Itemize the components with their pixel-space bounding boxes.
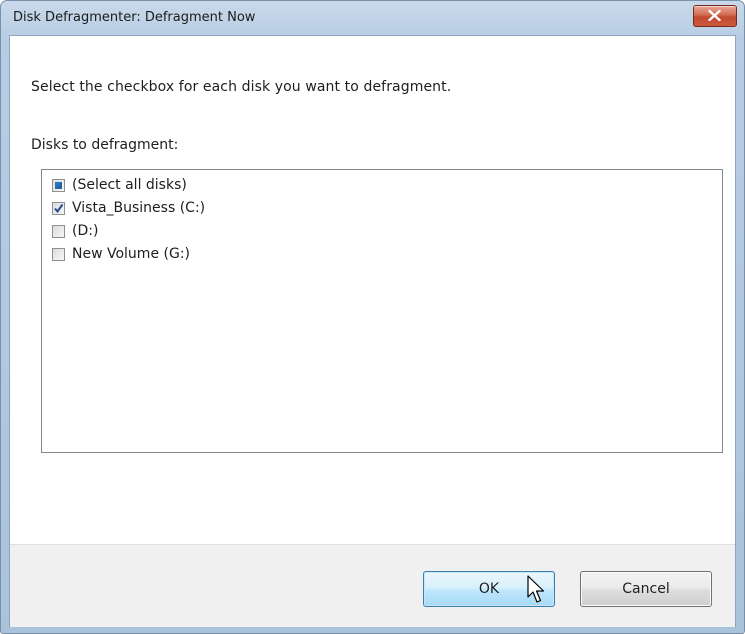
title-bar[interactable]: Disk Defragmenter: Defragment Now [1,1,744,35]
disk-item-label: New Volume (G:) [72,246,190,262]
disk-d-checkbox[interactable] [52,224,65,238]
checkmark-icon [54,203,64,213]
disk-item-d[interactable]: (D:) [52,220,98,242]
disk-item-label: (D:) [72,223,99,239]
disk-item-label: Vista_Business (C:) [72,200,206,216]
mouse-pointer-icon [527,575,545,603]
dialog-window: Disk Defragmenter: Defragment Now Select… [0,0,745,634]
button-footer: OK Cancel [10,544,735,627]
disk-g-checkbox[interactable] [52,247,65,261]
instruction-text: Select the checkbox for each disk you wa… [31,79,452,95]
disk-item-label: (Select all disks) [72,177,187,193]
disks-list-label: Disks to defragment: [31,137,179,153]
select-all-checkbox[interactable] [52,178,65,192]
window-title: Disk Defragmenter: Defragment Now [13,10,256,25]
disk-c-checkbox[interactable] [52,201,65,215]
cancel-button[interactable]: Cancel [580,571,712,607]
close-button[interactable] [693,5,737,27]
disk-item-c[interactable]: Vista_Business (C:) [52,197,205,219]
disk-item-g[interactable]: New Volume (G:) [52,243,190,265]
disk-item-select-all[interactable]: (Select all disks) [52,174,187,196]
disks-listbox[interactable]: (Select all disks) Vista_Business (C:) (… [41,169,723,453]
close-icon [708,10,721,21]
dialog-client-area: Select the checkbox for each disk you wa… [9,35,736,627]
